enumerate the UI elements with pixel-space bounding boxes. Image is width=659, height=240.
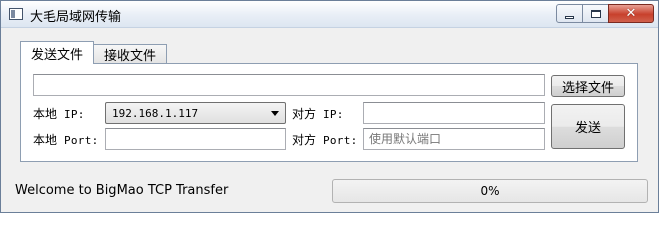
close-button[interactable]: ✕ bbox=[608, 4, 654, 23]
transfer-progress-bar: 0% bbox=[332, 179, 648, 203]
remote-ip-field[interactable] bbox=[363, 102, 545, 124]
remote-port-label: 对方 Port: bbox=[292, 133, 358, 147]
send-button-label: 发送 bbox=[574, 121, 601, 136]
minimize-icon bbox=[565, 15, 574, 19]
local-port-label: 本地 Port: bbox=[33, 133, 99, 147]
local-port-field[interactable] bbox=[105, 128, 286, 150]
choose-file-button[interactable]: 选择文件 bbox=[551, 75, 625, 97]
tab-send-file[interactable]: 发送文件 bbox=[20, 41, 95, 64]
remote-port-input[interactable] bbox=[364, 129, 544, 149]
dropdown-arrow-icon bbox=[271, 110, 279, 116]
remote-ip-input[interactable] bbox=[364, 103, 544, 123]
tab-send-file-label: 发送文件 bbox=[31, 47, 84, 63]
minimize-button[interactable] bbox=[556, 4, 583, 23]
remote-ip-label: 对方 IP: bbox=[292, 107, 344, 121]
close-icon: ✕ bbox=[625, 6, 637, 21]
window-controls: ✕ bbox=[556, 4, 654, 23]
choose-file-label: 选择文件 bbox=[561, 80, 614, 96]
window-app-icon bbox=[9, 8, 23, 20]
tab-receive-file[interactable]: 接收文件 bbox=[93, 44, 168, 64]
title-bar[interactable]: 大毛局域网传输 ✕ bbox=[1, 1, 658, 28]
progress-label: 0% bbox=[480, 184, 500, 198]
send-button[interactable]: 发送 bbox=[551, 104, 625, 149]
window-title: 大毛局域网传输 bbox=[30, 10, 122, 25]
maximize-icon bbox=[590, 9, 601, 18]
remote-port-field[interactable] bbox=[363, 128, 545, 150]
local-ip-selected-value: 192.168.1.117 bbox=[112, 106, 199, 120]
tab-receive-file-label: 接收文件 bbox=[104, 48, 157, 64]
local-ip-select[interactable]: 192.168.1.117 bbox=[105, 102, 286, 124]
local-ip-label: 本地 IP: bbox=[33, 107, 85, 121]
local-port-input[interactable] bbox=[106, 129, 285, 149]
status-message: Welcome to BigMao TCP Transfer bbox=[15, 183, 229, 198]
app-window: 大毛局域网传输 ✕ 发送文件 接收文件 选择文件 本地 IP: 192.168.… bbox=[0, 0, 659, 213]
file-path-input[interactable] bbox=[34, 75, 544, 95]
file-path-field[interactable] bbox=[33, 74, 545, 96]
maximize-button[interactable] bbox=[582, 4, 609, 23]
